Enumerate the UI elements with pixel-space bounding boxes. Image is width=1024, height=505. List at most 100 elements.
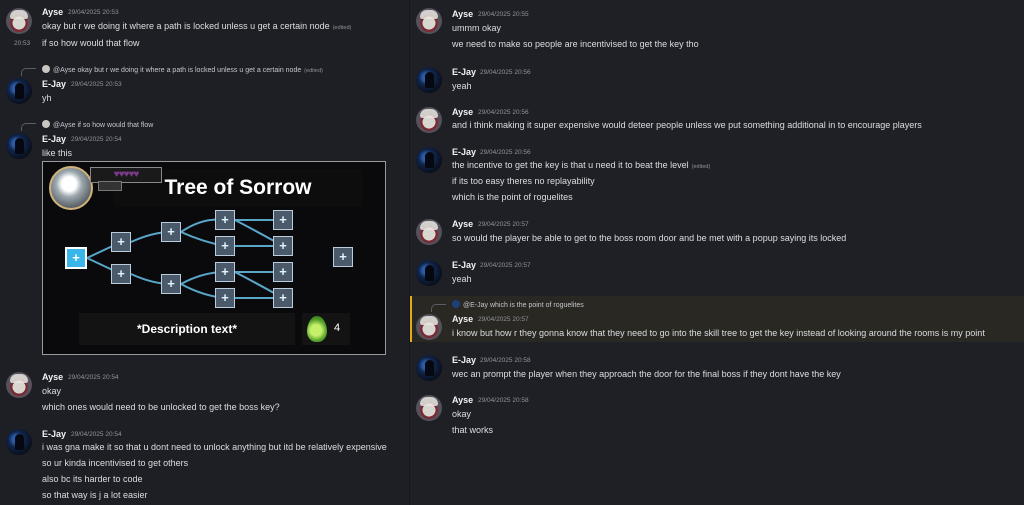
edited-label: (edited) — [304, 68, 323, 74]
message-text: i know but how r they gonna know that th… — [452, 328, 985, 338]
avatar[interactable] — [6, 429, 32, 455]
reply-avatar — [42, 65, 50, 73]
username[interactable]: E-Jay — [452, 67, 476, 77]
currency-count: 4 — [334, 322, 341, 334]
skill-node-icon: + — [111, 232, 131, 252]
avatar[interactable] — [416, 395, 442, 421]
message-text: which ones would need to be unlocked to … — [42, 402, 280, 412]
player-orb-icon — [49, 166, 93, 210]
avatar[interactable] — [416, 107, 442, 133]
avatar[interactable] — [6, 133, 32, 159]
avatar[interactable] — [416, 314, 442, 340]
message-group[interactable]: E-Jay 29/04/2025 20:54 i was gna make it… — [0, 422, 410, 505]
skill-node-icon: + — [273, 262, 293, 282]
message-group[interactable]: Ayse 29/04/2025 20:56 and i think making… — [410, 102, 1024, 138]
message-group[interactable]: E-Jay 29/04/2025 20:56 the incentive to … — [410, 142, 1024, 208]
message-text: that works — [452, 425, 494, 435]
edited-label: (edited) — [691, 164, 711, 170]
message-group[interactable]: E-Jay 29/04/2025 20:58 wec an prompt the… — [410, 350, 1024, 386]
timestamp: 29/04/2025 20:57 — [480, 262, 531, 269]
username[interactable]: Ayse — [452, 395, 473, 405]
message-group[interactable]: Ayse 29/04/2025 20:53 okay but r we doin… — [0, 0, 410, 52]
avatar[interactable] — [6, 8, 32, 34]
leaf-currency-icon — [307, 316, 327, 342]
message-group[interactable]: Ayse 29/04/2025 20:57 so would the playe… — [410, 214, 1024, 250]
reply-preview[interactable]: @E-Jay which is the point of roguelites — [452, 300, 584, 309]
skill-node-icon: + — [161, 222, 181, 242]
message-text: which is the point of roguelites — [452, 192, 573, 202]
message-text: like this — [42, 148, 73, 158]
username[interactable]: Ayse — [42, 7, 63, 17]
message-text: yeah — [452, 81, 472, 91]
currency-box: 4 — [302, 313, 350, 345]
avatar[interactable] — [6, 372, 32, 398]
username[interactable]: E-Jay — [42, 134, 66, 144]
message-group[interactable]: Ayse 29/04/2025 20:58 okay that works — [410, 390, 1024, 442]
timestamp: 29/04/2025 20:56 — [478, 109, 529, 116]
edited-label: (edited) — [332, 25, 352, 31]
reply-spine — [431, 304, 446, 312]
message-text: if its too easy theres no replayability — [452, 176, 595, 186]
message-group[interactable]: E-Jay 29/04/2025 20:57 yeah — [410, 255, 1024, 291]
reply-preview[interactable]: @Ayse if so how would that flow — [42, 120, 153, 129]
username[interactable]: Ayse — [452, 219, 473, 229]
start-node-icon: + — [65, 247, 87, 269]
username[interactable]: E-Jay — [452, 147, 476, 157]
message-text: if so how would that flow — [42, 38, 140, 48]
timestamp: 29/04/2025 20:57 — [478, 221, 529, 228]
timestamp: 29/04/2025 20:54 — [68, 374, 119, 381]
username[interactable]: Ayse — [452, 107, 473, 117]
message-group[interactable]: Ayse 29/04/2025 20:54 okay which ones wo… — [0, 365, 410, 415]
hover-timestamp: 20:53 — [14, 40, 31, 47]
username[interactable]: Ayse — [452, 9, 473, 19]
stamina-bar — [98, 181, 122, 191]
username[interactable]: E-Jay — [452, 355, 476, 365]
timestamp: 29/04/2025 20:54 — [71, 431, 122, 438]
reply-avatar — [452, 300, 460, 308]
avatar[interactable] — [416, 67, 442, 93]
message-group[interactable]: Ayse 29/04/2025 20:55 ummm okay we need … — [410, 0, 1024, 52]
avatar[interactable] — [416, 260, 442, 286]
skill-tree-image[interactable]: Tree of Sorrow ♥♥♥♥♥ + + + + + + + + + +… — [42, 161, 386, 355]
message-text: okay — [452, 409, 472, 419]
username[interactable]: E-Jay — [42, 429, 66, 439]
avatar[interactable] — [416, 219, 442, 245]
message-text: so would the player be able to get to th… — [452, 233, 847, 243]
timestamp: 29/04/2025 20:53 — [68, 9, 119, 16]
message-text: okay — [42, 386, 62, 396]
username[interactable]: E-Jay — [452, 260, 476, 270]
skill-node-icon: + — [273, 288, 293, 308]
username[interactable]: E-Jay — [42, 79, 66, 89]
message-text: so that way is j a lot easier — [42, 490, 148, 500]
username[interactable]: Ayse — [42, 372, 63, 382]
timestamp: 29/04/2025 20:54 — [71, 136, 122, 143]
avatar[interactable] — [416, 355, 442, 381]
skill-node-icon: + — [161, 274, 181, 294]
message-text: the incentive to get the key is that u n… — [452, 160, 711, 170]
timestamp: 29/04/2025 20:56 — [480, 69, 531, 76]
message-text: we need to make so people are incentivis… — [452, 39, 699, 49]
message-text: wec an prompt the player when they appro… — [452, 369, 841, 379]
reply-spine — [21, 68, 36, 76]
skill-node-icon: + — [273, 210, 293, 230]
message-text: and i think making it super expensive wo… — [452, 120, 922, 130]
skill-node-icon: + — [215, 262, 235, 282]
message-text: yeah — [452, 274, 472, 284]
reply-spine — [21, 123, 36, 131]
username[interactable]: Ayse — [452, 314, 473, 324]
reply-avatar — [42, 120, 50, 128]
timestamp: 29/04/2025 20:55 — [478, 11, 529, 18]
timestamp: 29/04/2025 20:58 — [480, 357, 531, 364]
message-group[interactable]: @Ayse okay but r we doing it where a pat… — [0, 60, 410, 110]
message-group[interactable]: @E-Jay which is the point of roguelites … — [410, 296, 1024, 342]
avatar[interactable] — [416, 147, 442, 173]
message-group[interactable]: E-Jay 29/04/2025 20:56 yeah — [410, 62, 1024, 98]
skill-node-icon: + — [273, 236, 293, 256]
timestamp: 29/04/2025 20:53 — [71, 81, 122, 88]
skill-node-icon: + — [215, 210, 235, 230]
description-box: *Description text* — [79, 313, 295, 345]
avatar[interactable] — [6, 78, 32, 104]
reply-preview[interactable]: @Ayse okay but r we doing it where a pat… — [42, 65, 323, 74]
message-text: okay but r we doing it where a path is l… — [42, 21, 352, 31]
avatar[interactable] — [416, 8, 442, 34]
